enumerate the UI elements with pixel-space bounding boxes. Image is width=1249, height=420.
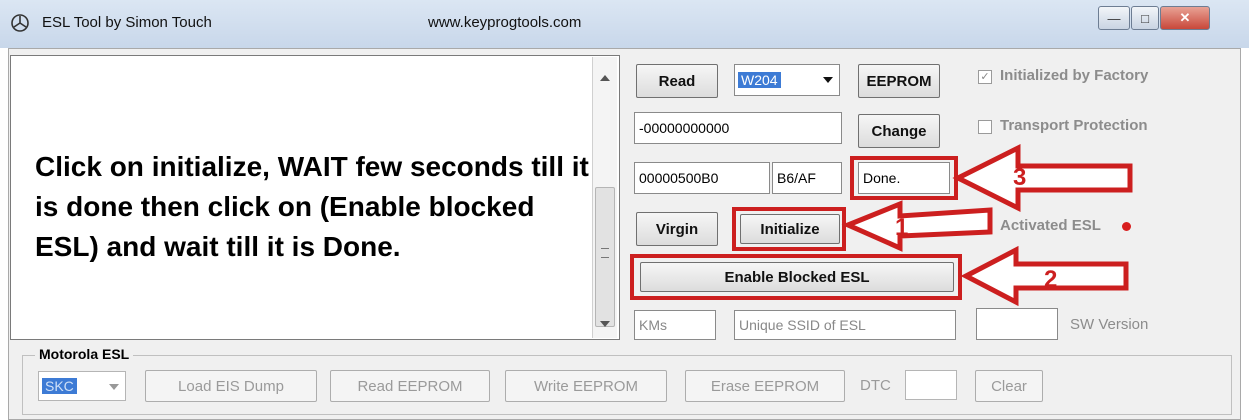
annotation-number-1: 1 (895, 214, 909, 241)
chevron-down-icon[interactable] (823, 77, 833, 83)
instruction-text: Click on initialize, WAIT few seconds ti… (35, 151, 589, 262)
maximize-button[interactable]: □ (1131, 6, 1159, 30)
clear-button[interactable]: Clear (975, 370, 1043, 402)
key-field[interactable]: -00000000000 (634, 112, 842, 144)
motorola-esl-title: Motorola ESL (35, 346, 134, 362)
model-select[interactable]: W204 (734, 64, 840, 96)
load-eis-dump-button[interactable]: Load EIS Dump (145, 370, 317, 402)
highlight-enable-blocked (630, 254, 962, 300)
vertical-scrollbar[interactable] (592, 57, 617, 338)
minimize-icon: — (1107, 10, 1121, 26)
annotation-number-3: 3 (1013, 164, 1027, 191)
transport-checkbox[interactable] (978, 120, 992, 134)
dtc-label: DTC (860, 377, 891, 394)
highlight-initialize (732, 207, 846, 251)
scroll-up-icon[interactable] (600, 75, 610, 81)
ssid-placeholder: Unique SSID of ESL (739, 317, 866, 333)
close-button[interactable]: ✕ (1160, 6, 1210, 30)
minimize-button[interactable]: — (1098, 6, 1130, 30)
transport-label: Transport Protection (1000, 117, 1148, 134)
checkmark-icon: ✓ (980, 71, 990, 83)
sw-version-label: SW Version (1070, 316, 1149, 333)
model-selected-value: W204 (738, 72, 781, 88)
skc-selected-value: SKC (42, 378, 77, 394)
scroll-thumb[interactable] (595, 187, 615, 327)
window-url: www.keyprogtools.com (428, 14, 582, 31)
chevron-down-icon[interactable] (109, 384, 119, 390)
dtc-field[interactable] (905, 370, 957, 400)
initialized-label: Initialized by Factory (1000, 67, 1149, 84)
code-field[interactable]: B6/AF (772, 162, 842, 194)
grip-icon (601, 248, 609, 258)
virgin-button[interactable]: Virgin (636, 212, 718, 246)
sw-version-field[interactable] (976, 308, 1058, 340)
maximize-icon: □ (1141, 10, 1149, 26)
address-field[interactable]: 00000500B0 (634, 162, 770, 194)
scroll-down-icon[interactable] (600, 321, 610, 327)
arrow-3-icon (952, 143, 1133, 213)
read-eeprom-button[interactable]: Read EEPROM (330, 370, 490, 402)
write-eeprom-button[interactable]: Write EEPROM (505, 370, 667, 402)
eeprom-button[interactable]: EEPROM (858, 64, 940, 98)
annotation-number-2: 2 (1044, 266, 1058, 293)
initialized-checkbox[interactable]: ✓ (978, 70, 992, 84)
window-title: ESL Tool by Simon Touch (42, 14, 212, 31)
kms-field[interactable]: KMs (634, 310, 716, 340)
ssid-field[interactable]: Unique SSID of ESL (734, 310, 956, 340)
kms-placeholder: KMs (639, 317, 667, 333)
erase-eeprom-button[interactable]: Erase EEPROM (685, 370, 845, 402)
read-button[interactable]: Read (636, 64, 718, 98)
skc-select[interactable]: SKC (38, 371, 126, 401)
close-icon: ✕ (1179, 10, 1191, 25)
app-icon (10, 13, 30, 33)
